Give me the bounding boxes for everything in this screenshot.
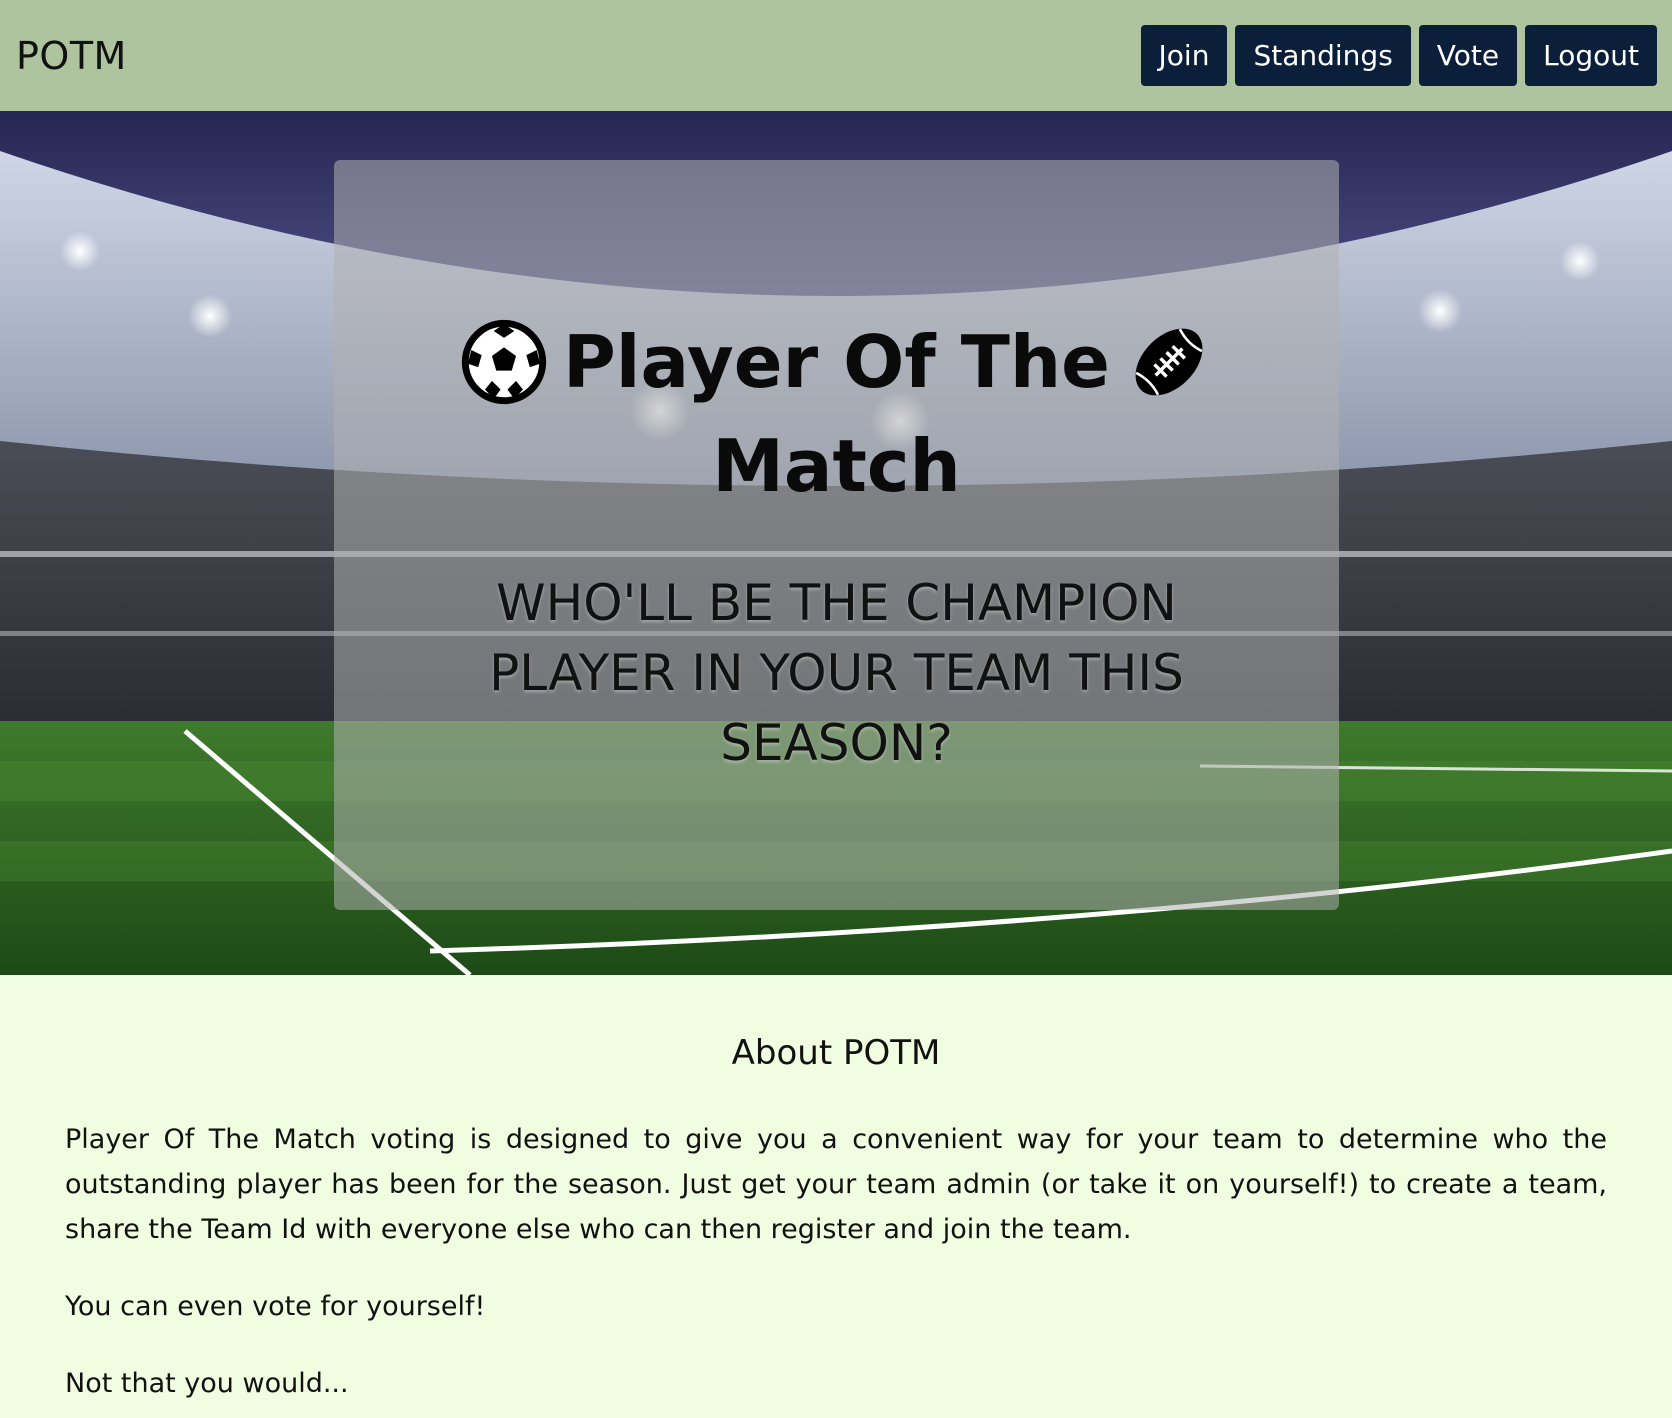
hero-title-line1: Player Of The xyxy=(457,310,1217,414)
hero-title-line2: Match xyxy=(712,424,961,508)
join-button[interactable]: Join xyxy=(1140,25,1228,86)
about-paragraph-2: You can even vote for yourself! xyxy=(65,1291,486,1322)
about-paragraph-1: Player Of The Match voting is designed t… xyxy=(65,1124,1607,1245)
about-heading: About POTM xyxy=(731,1033,941,1073)
nav-buttons: Join Standings Vote Logout xyxy=(1140,25,1657,86)
brand-logo[interactable]: POTM xyxy=(16,34,127,78)
about-section: About POTM Player Of The Match voting is… xyxy=(0,975,1672,1418)
soccer-ball-icon xyxy=(461,319,547,405)
vote-button[interactable]: Vote xyxy=(1418,25,1518,86)
standings-button[interactable]: Standings xyxy=(1235,25,1411,86)
hero-title-text-line1: Player Of The xyxy=(563,320,1110,404)
navbar: POTM Join Standings Vote Logout xyxy=(0,0,1672,111)
hero-panel: Player Of The Match WHO'LL BE THE CHAMPI… xyxy=(334,160,1339,910)
american-football-icon xyxy=(1135,328,1203,396)
logout-button[interactable]: Logout xyxy=(1525,25,1657,86)
hero-subtitle: WHO'LL BE THE CHAMPION PLAYER IN YOUR TE… xyxy=(489,574,1184,772)
hero-title: Player Of The Match xyxy=(457,310,1217,518)
hero-section: Player Of The Match WHO'LL BE THE CHAMPI… xyxy=(0,111,1672,975)
about-paragraph-3: Not that you would... xyxy=(65,1368,349,1399)
